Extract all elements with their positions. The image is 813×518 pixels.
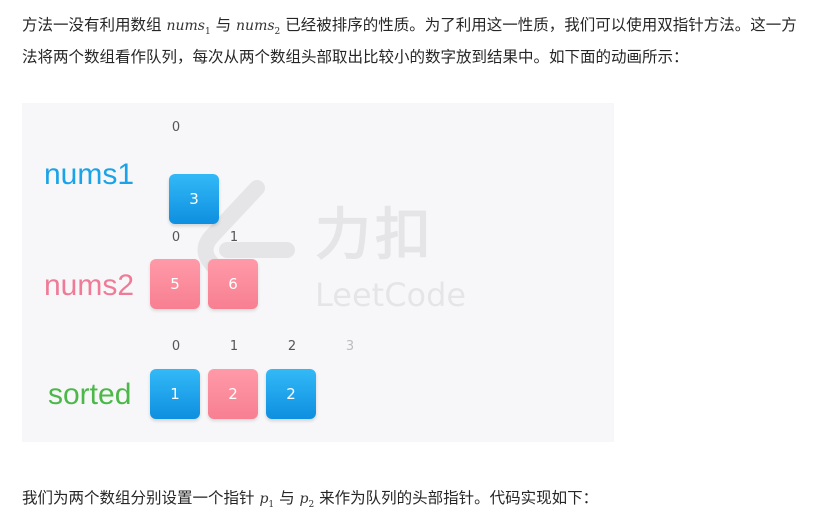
intro-text-2: 与 <box>210 16 237 34</box>
sorted-index: 1 <box>229 339 239 354</box>
animation-figure: 力扣 LeetCode nums1 0 3 nums2 0 1 5 6 sort… <box>22 103 614 442</box>
sorted-index-next: 3 <box>345 339 355 354</box>
outro-text-1: 我们为两个数组分别设置一个指针 <box>22 489 260 507</box>
nums2-index: 1 <box>229 230 239 245</box>
sorted-cell: 1 <box>150 369 200 419</box>
nums1-index: 0 <box>171 120 181 135</box>
math-p2: p2 <box>300 491 315 510</box>
outro-paragraph: 我们为两个数组分别设置一个指针 p1 与 p2 来作为队列的头部指针。代码实现如… <box>22 486 797 518</box>
nums2-index: 0 <box>171 230 181 245</box>
watermark-cn: 力扣 <box>315 203 435 268</box>
nums1-label: nums1 <box>44 158 135 191</box>
math-nums1: nums1 <box>166 18 210 37</box>
sorted-index: 0 <box>171 339 181 354</box>
nums2-cell: 6 <box>208 259 258 309</box>
nums2-label: nums2 <box>44 269 135 302</box>
sorted-index: 2 <box>287 339 297 354</box>
outro-text-2: 与 <box>274 489 300 507</box>
sorted-cell: 2 <box>208 369 258 419</box>
math-nums1-base: nums <box>166 18 205 34</box>
intro-text-1: 方法一没有利用数组 <box>22 16 167 34</box>
math-p1: p1 <box>259 491 274 510</box>
math-nums2-base: nums <box>236 18 275 34</box>
sorted-cell: 2 <box>266 369 316 419</box>
nums1-cell: 3 <box>169 174 219 224</box>
watermark-en: LeetCode <box>315 276 467 314</box>
intro-paragraph: 方法一没有利用数组 nums1 与 nums2 已经被排序的性质。为了利用这一性… <box>22 13 797 70</box>
sorted-label: sorted <box>48 378 132 411</box>
nums2-cell: 5 <box>150 259 200 309</box>
outro-text-3: 来作为队列的头部指针。代码实现如下： <box>314 489 599 507</box>
math-nums2: nums2 <box>236 18 280 37</box>
